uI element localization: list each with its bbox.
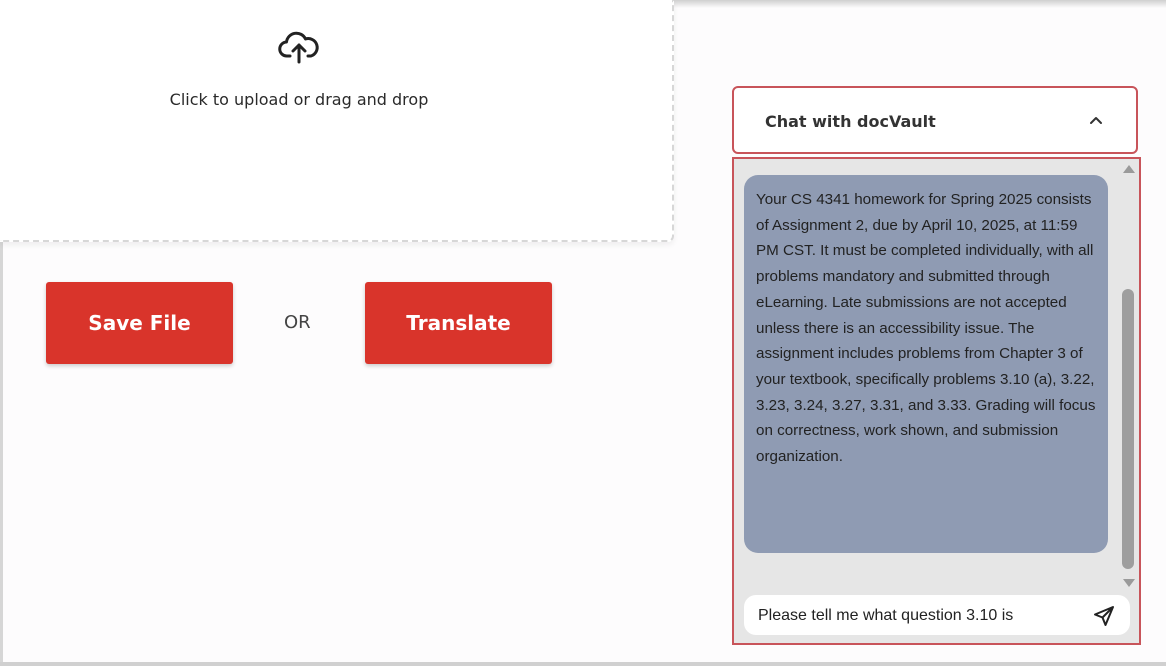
window-bottom-edge: [0, 662, 1166, 666]
chat-title: Chat with docVault: [765, 112, 936, 131]
chat-message-input[interactable]: [756, 601, 1078, 631]
upload-prompt: Click to upload or drag and drop: [169, 90, 429, 109]
chat-input-row: [744, 595, 1130, 635]
save-file-button[interactable]: Save File: [46, 282, 233, 364]
scroll-down-arrow-icon[interactable]: [1123, 579, 1135, 587]
chat-header[interactable]: Chat with docVault: [732, 86, 1138, 154]
assistant-message: Your CS 4341 homework for Spring 2025 co…: [744, 175, 1108, 553]
chat-panel: Your CS 4341 homework for Spring 2025 co…: [732, 157, 1141, 645]
chevron-up-icon[interactable]: [1089, 115, 1103, 125]
send-icon[interactable]: [1092, 604, 1116, 628]
cloud-upload-icon: [278, 31, 319, 64]
or-separator: OR: [284, 312, 311, 333]
scroll-up-arrow-icon[interactable]: [1123, 165, 1135, 173]
file-upload-dropzone[interactable]: Click to upload or drag and drop: [0, 0, 674, 242]
chat-scrollbar[interactable]: [1120, 161, 1136, 591]
scrollbar-thumb[interactable]: [1122, 289, 1134, 569]
translate-button[interactable]: Translate: [365, 282, 552, 364]
